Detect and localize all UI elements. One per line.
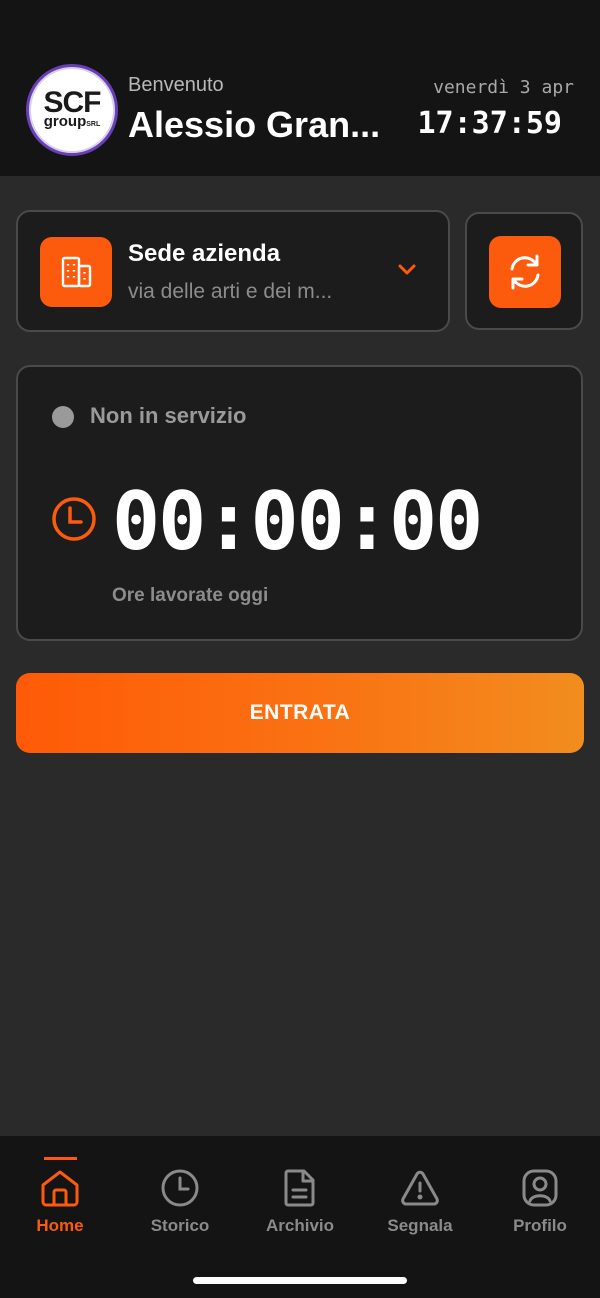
worked-time-counter: 00:00:00 — [112, 475, 483, 568]
bottom-navigation: Home Storico Archivio Segnala Profilo — [0, 1136, 600, 1298]
nav-item-storico[interactable]: Storico — [120, 1136, 240, 1256]
nav-label-profilo: Profilo — [513, 1216, 567, 1235]
location-selector[interactable]: Sede azienda via delle arti e dei m... — [16, 210, 450, 332]
location-title: Sede azienda — [128, 240, 281, 267]
home-indicator-bar[interactable] — [193, 1277, 407, 1284]
current-date: venerdì 3 apr — [433, 77, 574, 98]
current-time: 17:37:59 — [417, 106, 563, 141]
app-header: SCF groupSRL Benvenuto Alessio Gran... v… — [0, 0, 600, 176]
hours-worked-label: Ore lavorate oggi — [112, 585, 269, 606]
nav-label-storico: Storico — [150, 1216, 210, 1235]
nav-item-home[interactable]: Home — [0, 1136, 120, 1256]
status-label: Non in servizio — [90, 403, 247, 428]
nav-label-archivio: Archivio — [265, 1216, 335, 1235]
home-icon — [41, 1170, 79, 1207]
warning-icon — [401, 1170, 439, 1206]
clock-icon — [161, 1169, 199, 1207]
nav-label-segnala: Segnala — [387, 1216, 453, 1235]
profile-icon — [522, 1169, 558, 1207]
work-status-card: Non in servizio 00:00:00 Ore lavorate og… — [16, 365, 583, 641]
chevron-down-icon[interactable] — [396, 262, 418, 278]
welcome-label: Benvenuto — [128, 74, 224, 96]
nav-item-archivio[interactable]: Archivio — [240, 1136, 360, 1256]
username: Alessio Gran... — [128, 104, 381, 145]
nav-item-profilo[interactable]: Profilo — [480, 1136, 600, 1256]
refresh-button[interactable] — [489, 236, 561, 308]
logo-subtext: groupSRL — [43, 112, 101, 130]
nav-label-home: Home — [36, 1216, 84, 1235]
nav-item-segnala[interactable]: Segnala — [360, 1136, 480, 1256]
clock-icon — [52, 497, 96, 541]
active-tab-indicator — [44, 1157, 77, 1160]
company-logo-avatar[interactable]: SCF groupSRL — [26, 64, 118, 156]
refresh-icon — [510, 254, 540, 290]
location-address: via delle arti e dei m... — [128, 280, 333, 303]
clock-in-button[interactable]: ENTRATA — [16, 673, 584, 753]
document-icon — [284, 1169, 315, 1207]
status-indicator-dot — [52, 406, 74, 428]
refresh-card — [465, 212, 583, 330]
building-icon — [40, 237, 112, 307]
